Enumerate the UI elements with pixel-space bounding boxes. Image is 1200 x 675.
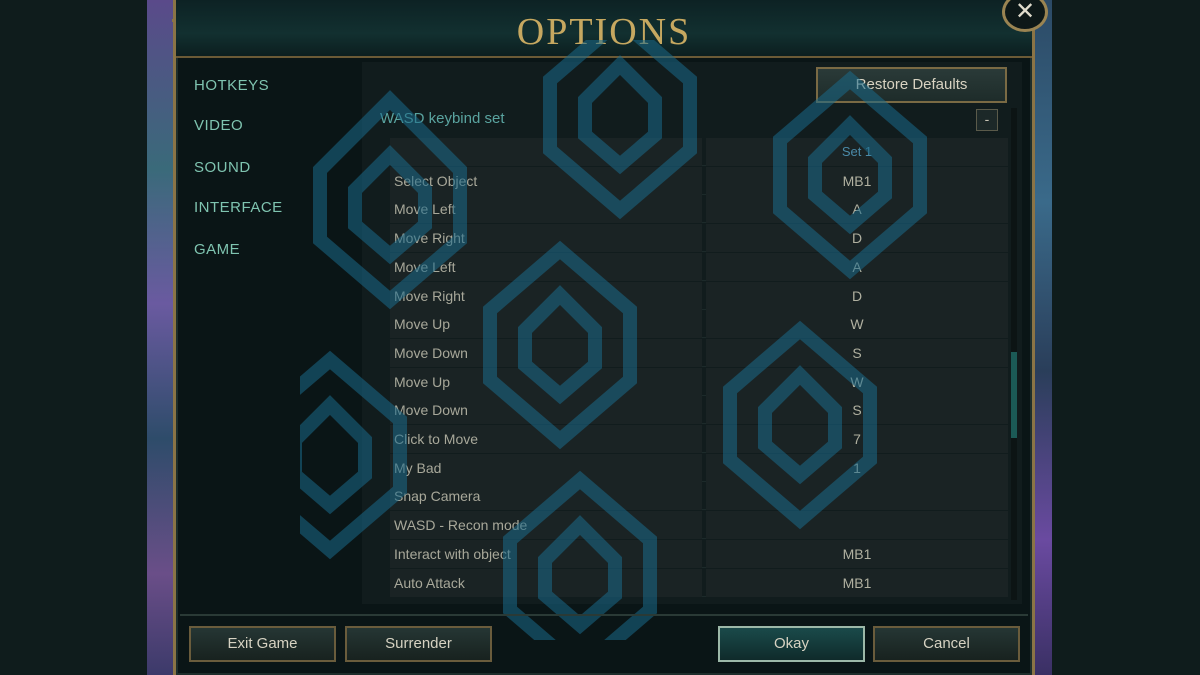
section-title: WASD keybind set: [380, 110, 505, 127]
action-label: Move Up: [390, 310, 702, 339]
action-label: Interact with object: [390, 539, 702, 568]
keybind-cell[interactable]: S: [706, 396, 1008, 425]
action-label: Move Left: [390, 195, 702, 224]
action-label: Move Up: [390, 367, 702, 396]
table-row[interactable]: Move Left A: [390, 195, 1008, 224]
keybind-cell[interactable]: 1: [706, 453, 1008, 482]
keybind-cell[interactable]: W: [706, 310, 1008, 339]
action-label: Click to Move: [390, 425, 702, 453]
sidebar-item-interface[interactable]: INTERFACE: [194, 199, 283, 216]
action-label: Move Right: [390, 224, 702, 253]
keybind-cell[interactable]: D: [706, 224, 1008, 253]
table-row[interactable]: Click to Move 7: [390, 425, 1008, 453]
column-header-action: [390, 138, 702, 166]
keybind-cell[interactable]: [706, 511, 1008, 540]
table-row[interactable]: Select Object MB1: [390, 166, 1008, 195]
table-row[interactable]: Move Down S: [390, 338, 1008, 367]
action-label: Move Down: [390, 338, 702, 367]
sidebar-item-sound[interactable]: SOUND: [194, 159, 251, 176]
action-label: Move Left: [390, 252, 702, 281]
keybind-cell[interactable]: A: [706, 252, 1008, 281]
action-label: WASD - Recon mode: [390, 511, 702, 540]
sidebar: [182, 62, 360, 602]
table-row[interactable]: WASD - Recon mode: [390, 511, 1008, 540]
cancel-button[interactable]: Cancel: [873, 626, 1020, 662]
surrender-button[interactable]: Surrender: [345, 626, 492, 662]
restore-defaults-button[interactable]: Restore Defaults: [816, 67, 1007, 103]
keybind-cell[interactable]: W: [706, 367, 1008, 396]
table-row[interactable]: Move Right D: [390, 281, 1008, 310]
action-label: My Bad: [390, 453, 702, 482]
left-background-art: [147, 0, 175, 675]
left-background: [0, 0, 147, 675]
action-label: Auto Attack: [390, 568, 702, 597]
scrollbar-thumb[interactable]: [1011, 352, 1017, 438]
table-row[interactable]: Move Left A: [390, 252, 1008, 281]
footer-divider: [180, 614, 1028, 616]
column-header-set1: Set 1: [706, 138, 1008, 166]
table-row[interactable]: Snap Camera: [390, 482, 1008, 511]
keybind-cell[interactable]: [706, 482, 1008, 511]
sidebar-item-game[interactable]: GAME: [194, 241, 240, 258]
action-label: Snap Camera: [390, 482, 702, 511]
right-background-art: [1032, 0, 1052, 675]
keybind-cell[interactable]: MB1: [706, 166, 1008, 195]
table-row[interactable]: My Bad 1: [390, 453, 1008, 482]
table-row[interactable]: Move Up W: [390, 367, 1008, 396]
action-label: Move Right: [390, 281, 702, 310]
keybind-cell[interactable]: MB1: [706, 568, 1008, 597]
exit-game-button[interactable]: Exit Game: [189, 626, 336, 662]
title-bar: OPTIONS: [176, 0, 1032, 58]
table-row[interactable]: Move Up W: [390, 310, 1008, 339]
keybind-cell[interactable]: 7: [706, 425, 1008, 453]
action-label: Select Object: [390, 166, 702, 195]
collapse-button[interactable]: -: [976, 109, 998, 131]
table-row[interactable]: Interact with object MB1: [390, 539, 1008, 568]
sidebar-item-hotkeys[interactable]: HOTKEYS: [194, 77, 269, 94]
window-title: OPTIONS: [516, 11, 692, 53]
table-row[interactable]: Auto Attack MB1: [390, 568, 1008, 597]
keybind-cell[interactable]: A: [706, 195, 1008, 224]
keybind-cell[interactable]: D: [706, 281, 1008, 310]
sidebar-item-video[interactable]: VIDEO: [194, 117, 243, 134]
table-header-row: Set 1: [390, 138, 1008, 166]
scrollbar[interactable]: [1011, 108, 1017, 600]
table-row[interactable]: Move Down S: [390, 396, 1008, 425]
keybind-cell[interactable]: S: [706, 338, 1008, 367]
action-label: Move Down: [390, 396, 702, 425]
okay-button[interactable]: Okay: [718, 626, 865, 662]
table-row[interactable]: Move Right D: [390, 224, 1008, 253]
right-background: [1052, 0, 1200, 675]
keybind-cell[interactable]: MB1: [706, 539, 1008, 568]
